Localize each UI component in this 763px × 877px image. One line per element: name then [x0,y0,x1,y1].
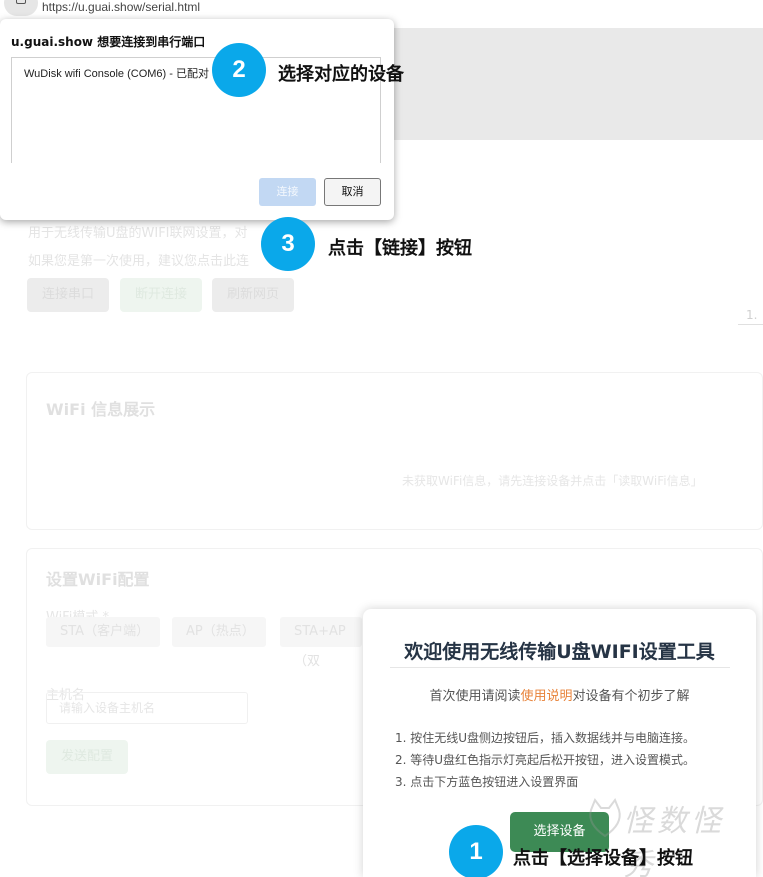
setup-step-1: 1. 按住无线U盘侧边按钮后，插入数据线并与电脑连接。 [395,731,696,745]
disconnect-button[interactable]: 断开连接 [120,278,202,312]
wifi-mode-sta-ap[interactable]: STA+AP（双 [280,617,362,669]
lock-icon [16,0,26,4]
cat-logo-icon [589,797,621,838]
bg-page-number: 1. [746,308,758,322]
watermark: 怪数怪秀 [585,796,755,877]
port-item[interactable]: WuDisk wifi Console (COM6) - 已配对 [24,65,209,81]
connect-button[interactable]: 连接 [259,178,316,206]
bg-description-line-1: 用于无线传输U盘的WIFI联网设置，对 [28,226,248,241]
step-caption-2: 选择对应的设备 [278,64,404,85]
refresh-page-button[interactable]: 刷新网页 [212,278,294,312]
setup-step-3: 3. 点击下方蓝色按钮进入设置界面 [395,775,579,789]
setup-steps: 1. 按住无线U盘侧边按钮后，插入数据线并与电脑连接。 2. 等待U盘红色指示灯… [395,727,695,793]
wifi-info-empty-text: 未获取WiFi信息，请先连接设备并点击「读取WiFi信息」 [402,474,703,488]
step-caption-3: 点击【链接】按钮 [328,238,472,259]
connect-serial-button[interactable]: 连接串口 [27,278,109,312]
setup-step-2: 2. 等待U盘红色指示灯亮起后松开按钮，进入设置模式。 [395,753,696,767]
send-config-button[interactable]: 发送配置 [46,740,128,774]
url-text[interactable]: https://u.guai.show/serial.html [42,0,200,14]
wifi-mode-ap[interactable]: AP（热点） [172,617,266,647]
step-caption-1: 点击【选择设备】按钮 [513,848,693,869]
welcome-title: 欢迎使用无线传输U盘WIFI设置工具 [404,641,715,663]
instructions-link[interactable]: 使用说明 [520,689,572,704]
step-badge-2: 2 [212,43,266,97]
site-info-button[interactable] [4,0,38,16]
wifi-mode-sta[interactable]: STA（客户端） [46,617,160,647]
wifi-info-title: WiFi 信息展示 [46,400,156,419]
address-bar: https://u.guai.show/serial.html [0,0,763,16]
bg-description-line-2: 如果您是第一次使用，建议您点击此连 [28,254,250,269]
hostname-input[interactable]: 请输入设备主机名 [46,692,248,724]
step-badge-1: 1 [449,825,503,877]
serial-port-dialog: u.guai.show 想要连接到串行端口 WuDisk wifi Consol… [0,19,394,220]
welcome-subtitle: 首次使用请阅读使用说明对设备有个初步了解 [363,685,756,704]
welcome-divider [390,667,730,668]
wifi-config-title: 设置WiFi配置 [46,570,150,589]
bg-divider [738,324,763,325]
cancel-button[interactable]: 取消 [324,178,381,206]
subtitle-before: 首次使用请阅读 [429,689,521,704]
dialog-title: u.guai.show 想要连接到串行端口 [11,35,206,49]
step-badge-3: 3 [261,217,315,271]
subtitle-after: 对设备有个初步了解 [572,689,690,704]
